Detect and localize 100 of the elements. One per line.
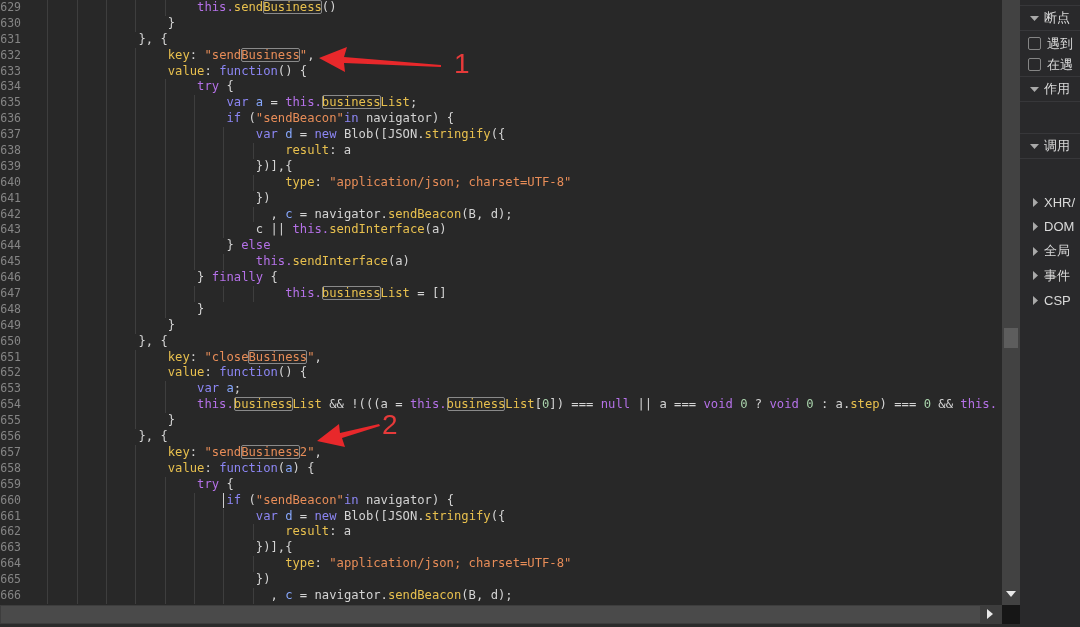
annotation-number: 1 [454,49,470,78]
line-number: 630 [0,15,21,32]
code-line: this.sendInterface(a) [255,254,410,271]
code-line: type: "application/json; charset=UTF-8" [285,556,572,573]
line-number: 652 [0,365,21,382]
line-number: 642 [0,206,21,223]
code-line: key: "sendBusiness", [167,47,315,64]
scrollbar-thumb[interactable] [1004,328,1018,348]
code-line: this.businessList = [] [285,286,447,302]
line-number: 638 [0,143,21,159]
triangle-down-icon [1030,15,1039,21]
code-line: if ("sendBeacon"in navigator) { [226,492,454,509]
vertical-scrollbar[interactable] [1002,0,1020,605]
code-line: var d = new Blob([JSON.stringify({ [255,508,506,525]
section-header[interactable]: CSP [1020,288,1080,313]
code-line: value: function(a) { [167,460,315,477]
line-number: 641 [0,190,21,207]
section-header[interactable]: 断点 [1020,5,1080,31]
code-line: result: a [285,143,352,159]
code-line: } [167,15,176,32]
code-line: key: "closeBusiness", [167,349,322,366]
code-line: })],{ [255,540,293,557]
code-line: }, { [138,31,168,48]
section-header[interactable]: 事件 [1020,263,1080,288]
code-line: }) [255,572,271,588]
line-number: 640 [0,174,21,191]
triangle-right-icon [1033,295,1038,305]
triangle-right-icon [1033,271,1038,281]
line-number: 636 [0,111,21,128]
line-number: 631 [0,31,21,48]
section-header[interactable]: 调用 [1020,133,1080,159]
section-header[interactable]: 全局 [1020,239,1080,264]
line-number: 653 [0,381,21,398]
line-number: 661 [0,508,21,525]
code-line: try { [197,476,234,493]
line-number: 648 [0,301,21,318]
section-header[interactable]: 作用 [1020,76,1080,102]
checkbox[interactable] [1028,58,1041,71]
code-line: }, { [138,429,168,445]
line-number: 644 [0,238,21,255]
line-number: 659 [0,476,21,493]
code-line: } [197,301,205,318]
line-number: 666 [0,587,21,604]
code-line: var a = this.businessList; [226,95,418,112]
line-number: 643 [0,222,21,239]
code-line: c || this.sendInterface(a) [255,222,447,239]
line-number: 637 [0,127,21,143]
line-number: 639 [0,158,21,175]
code-line: } else [226,238,271,255]
code-line: }) [255,190,271,207]
code-line: , c = navigator.sendBeacon(B, d); [270,206,513,223]
scroll-right-icon[interactable] [987,609,993,619]
line-number: 635 [0,95,21,112]
line-number: 650 [0,333,21,350]
line-number: 645 [0,254,21,271]
scroll-down-icon[interactable] [1006,591,1016,597]
triangle-down-icon [1030,143,1039,149]
line-number: 656 [0,429,21,445]
line-number: 655 [0,413,21,430]
code-line: } finally { [197,270,278,287]
line-number: 632 [0,47,21,64]
line-number: 660 [0,492,21,509]
code-line: } [167,317,176,334]
code-line: } [167,413,176,430]
code-line: , c = navigator.sendBeacon(B, d); [270,587,513,604]
code-line: value: function() { [167,63,308,80]
code-line: this.businessList && !(((a = this.businessList[0]) === null || a === void 0 ? void 0 : a.step) === 0 && this. [197,397,997,414]
code-line: var a; [197,381,242,398]
checkbox[interactable] [1028,37,1041,50]
line-number: 634 [0,79,21,96]
line-number: 663 [0,540,21,557]
code-line: value: function() { [167,365,308,382]
section-header[interactable]: DOM [1020,214,1080,239]
triangle-down-icon [1030,86,1039,92]
code-line: var d = new Blob([JSON.stringify({ [255,127,506,143]
code-line: key: "sendBusiness2", [167,444,322,461]
line-number: 657 [0,444,21,461]
triangle-right-icon [1033,222,1038,232]
checkbox-label[interactable]: 在遇 [1047,55,1073,74]
line-number: 649 [0,317,21,334]
line-number: 646 [0,270,21,287]
annotation-number: 2 [382,411,398,440]
line-number: 665 [0,572,21,588]
code-line: }, { [138,333,168,350]
code-line: type: "application/json; charset=UTF-8" [285,174,572,191]
code-line: })],{ [255,158,293,175]
line-number: 664 [0,556,21,573]
code-line: if ("sendBeacon"in navigator) { [226,111,454,128]
line-number: 629 [0,0,21,16]
line-number: 633 [0,63,21,80]
line-number: 647 [0,286,21,302]
section-header[interactable]: XHR/ [1020,190,1080,215]
code-line: result: a [285,524,352,541]
scrollbar-corner [1002,605,1020,624]
line-number: 654 [0,397,21,414]
triangle-right-icon [1033,197,1038,207]
code-line: this.sendBusiness() [197,0,337,16]
line-number: 662 [0,524,21,541]
checkbox-label[interactable]: 遇到 [1047,34,1073,53]
line-number: 651 [0,349,21,366]
